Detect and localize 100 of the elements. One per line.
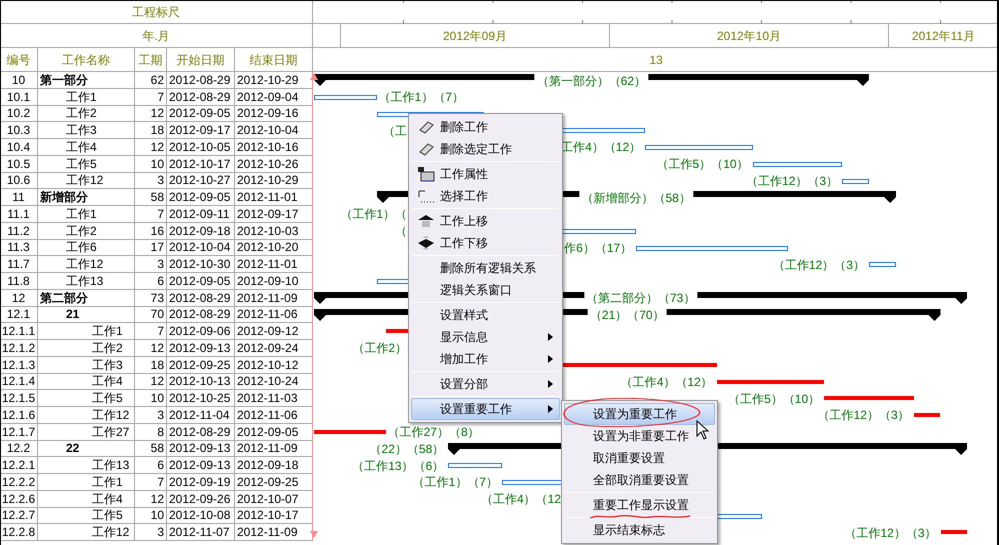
menu-item[interactable]: 设置样式 (411, 304, 560, 326)
bar-label: （工作1）（7） (412, 474, 498, 491)
table-cell: 2012-10-24 (235, 374, 313, 390)
menu-item[interactable]: 设置分部 (411, 373, 560, 395)
menu-item[interactable]: 设置为重要工作 (564, 403, 715, 425)
table-cell: 新增部分 (38, 189, 135, 206)
menu-item[interactable]: 显示信息 (411, 326, 560, 348)
table-cell: 工作13 (38, 273, 135, 290)
table-cell: 2012-11-03 (235, 390, 313, 407)
menu-item[interactable]: 工作下移 (411, 232, 560, 254)
table-cell: 12.1.3 (0, 356, 38, 374)
bar-label: （工作1）（7） (378, 89, 464, 106)
menu-item[interactable]: 增加工作 (411, 348, 560, 370)
menu-item[interactable]: 全部取消重要设置 (564, 469, 715, 491)
table-cell: 6 (135, 457, 167, 474)
table-cell: 2012-10-17 (167, 156, 235, 172)
table-cell: 12.1.5 (0, 390, 38, 407)
table-cell: 2012-09-18 (167, 222, 235, 240)
table-cell: 2012-09-18 (235, 457, 313, 474)
table-cell: 12.1.6 (0, 407, 38, 424)
table-cell: 工作5 (38, 156, 135, 172)
table-cell: 2012-09-05 (167, 273, 235, 290)
critical-task-bar (914, 413, 940, 417)
table-cell: 10.2 (0, 106, 38, 122)
table-cell: 12.1.7 (0, 424, 38, 440)
table-cell: 2012-09-05 (235, 424, 313, 440)
column-header: 工期 (135, 48, 167, 72)
table-cell: 2012-11-06 (235, 407, 313, 424)
table-cell: 2012-08-29 (167, 88, 235, 106)
bar-label: （工作12）（3） (746, 172, 838, 190)
table-cell: 2012-08-29 (167, 290, 235, 306)
menu-item[interactable]: 删除所有逻辑关系 (411, 257, 560, 279)
table-cell: 7 (135, 474, 167, 491)
table-cell: 2012-09-19 (167, 474, 235, 491)
table-cell: 工作1 (38, 474, 135, 491)
table-cell: 2012-11-09 (235, 440, 313, 458)
menu-item[interactable]: 逻辑关系窗口 (411, 279, 560, 301)
table-cell: 2012-09-05 (167, 106, 235, 122)
table-cell: 第二部分 (38, 290, 135, 306)
table-cell: 2012-11-01 (235, 189, 313, 206)
table-cell: 12.1.4 (0, 374, 38, 390)
table-cell: 18 (135, 356, 167, 374)
table-cell: 2012-10-17 (235, 508, 313, 524)
table-cell: 11 (0, 189, 38, 206)
table-cell: 12 (135, 106, 167, 122)
menu-item[interactable]: 显示结束标志 (564, 519, 715, 541)
table-cell: 7 (135, 88, 167, 106)
table-cell: 工作12 (38, 524, 135, 541)
table-cell: 12.2.7 (0, 508, 38, 524)
table-cell: 2012-09-25 (235, 474, 313, 491)
table-cell: 70 (135, 306, 167, 324)
table-cell: 工作12 (38, 407, 135, 424)
table-cell: 12 (135, 340, 167, 357)
table-cell: 工作4 (38, 490, 135, 508)
menu-item[interactable]: 工作上移 (411, 210, 560, 232)
table-cell: 2012-10-26 (235, 156, 313, 172)
table-cell: 21 (38, 306, 135, 324)
table-cell: 2012-10-08 (167, 508, 235, 524)
table-cell: 12.1.2 (0, 340, 38, 357)
table-cell: 工作5 (38, 508, 135, 524)
table-cell: 10 (135, 390, 167, 407)
menu-item[interactable]: 选择工作 (411, 185, 560, 207)
bar-label: （工作4）（12 (480, 491, 561, 508)
table-cell: 12.1 (0, 306, 38, 324)
table-cell: 10.1 (0, 88, 38, 106)
bar-label: （工作27）（8） (388, 424, 480, 440)
table-cell: 11.8 (0, 273, 38, 290)
table-cell: 2012-09-24 (235, 340, 313, 357)
table-cell: 2012-09-13 (167, 440, 235, 458)
table-cell: 工作12 (38, 256, 135, 273)
table-cell: 12 (135, 139, 167, 156)
table-cell: 2012-10-29 (235, 172, 313, 190)
table-cell: 6 (135, 273, 167, 290)
column-header: 工作名称 (38, 48, 135, 72)
menu-item[interactable]: 工作属性 (411, 163, 560, 185)
table-cell: 工作6 (38, 240, 135, 256)
bar-label: （工作5）（10） (656, 156, 749, 172)
mouse-cursor-icon (696, 420, 709, 441)
table-cell: 工作13 (38, 457, 135, 474)
menu-item[interactable]: 删除工作 (411, 116, 560, 138)
menu-item[interactable]: 取消重要设置 (564, 447, 715, 469)
table-cell: 10 (135, 156, 167, 172)
table-cell: 7 (135, 206, 167, 223)
table-cell: 10.6 (0, 172, 38, 190)
bar-label: （工作5）（10） (728, 390, 820, 407)
table-cell: 10.4 (0, 139, 38, 156)
table-cell: 工作2 (38, 222, 135, 240)
bar-label: （工作12）（3） (844, 524, 936, 541)
table-cell: 2012-09-26 (167, 490, 235, 508)
table-cell: 2012-09-17 (235, 206, 313, 223)
move-up-icon (417, 213, 435, 229)
table-cell: 2012-10-07 (235, 490, 313, 508)
table-cell: 2012-11-09 (235, 290, 313, 306)
column-header: 编号 (0, 48, 38, 72)
table-cell: 第一部分 (38, 72, 135, 89)
table-cell: 工作27 (38, 424, 135, 440)
menu-item[interactable]: 重要工作显示设置 (564, 494, 715, 516)
menu-item[interactable]: 删除选定工作 (411, 138, 560, 160)
table-cell: 3 (135, 172, 167, 190)
menu-item[interactable]: 设置重要工作 (411, 398, 560, 420)
